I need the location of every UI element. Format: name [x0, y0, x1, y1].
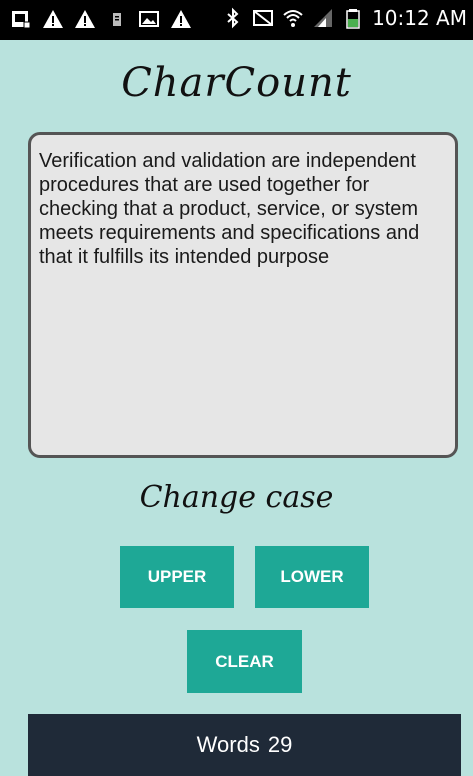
- image-icon: [138, 8, 160, 30]
- text-input-box: [28, 132, 458, 458]
- app-title: CharCount: [121, 60, 352, 106]
- word-count-panel: Words 29: [28, 714, 461, 776]
- warning-icon: [74, 8, 96, 30]
- bluetooth-icon: [222, 7, 244, 29]
- upper-button[interactable]: UPPER: [120, 546, 234, 608]
- battery-icon: [342, 7, 364, 29]
- lower-button[interactable]: LOWER: [255, 546, 369, 608]
- gallery-icon: [10, 8, 32, 30]
- words-count: 29: [267, 732, 293, 757]
- words-label: Words: [196, 732, 260, 757]
- notification-icons: [10, 8, 192, 30]
- storage-icon: [106, 8, 128, 30]
- no-signal-icon: [252, 7, 274, 29]
- text-input[interactable]: [39, 149, 443, 445]
- warning-icon: [42, 8, 64, 30]
- status-bar: 10:12 AM: [0, 0, 473, 40]
- clear-button[interactable]: CLEAR: [187, 630, 302, 693]
- status-time: 10:12 AM: [372, 6, 467, 30]
- wifi-icon: [282, 7, 304, 29]
- system-icons: 10:12 AM: [222, 6, 467, 30]
- change-case-label: Change case: [139, 480, 334, 515]
- warning-icon: [170, 8, 192, 30]
- signal-icon: [312, 7, 334, 29]
